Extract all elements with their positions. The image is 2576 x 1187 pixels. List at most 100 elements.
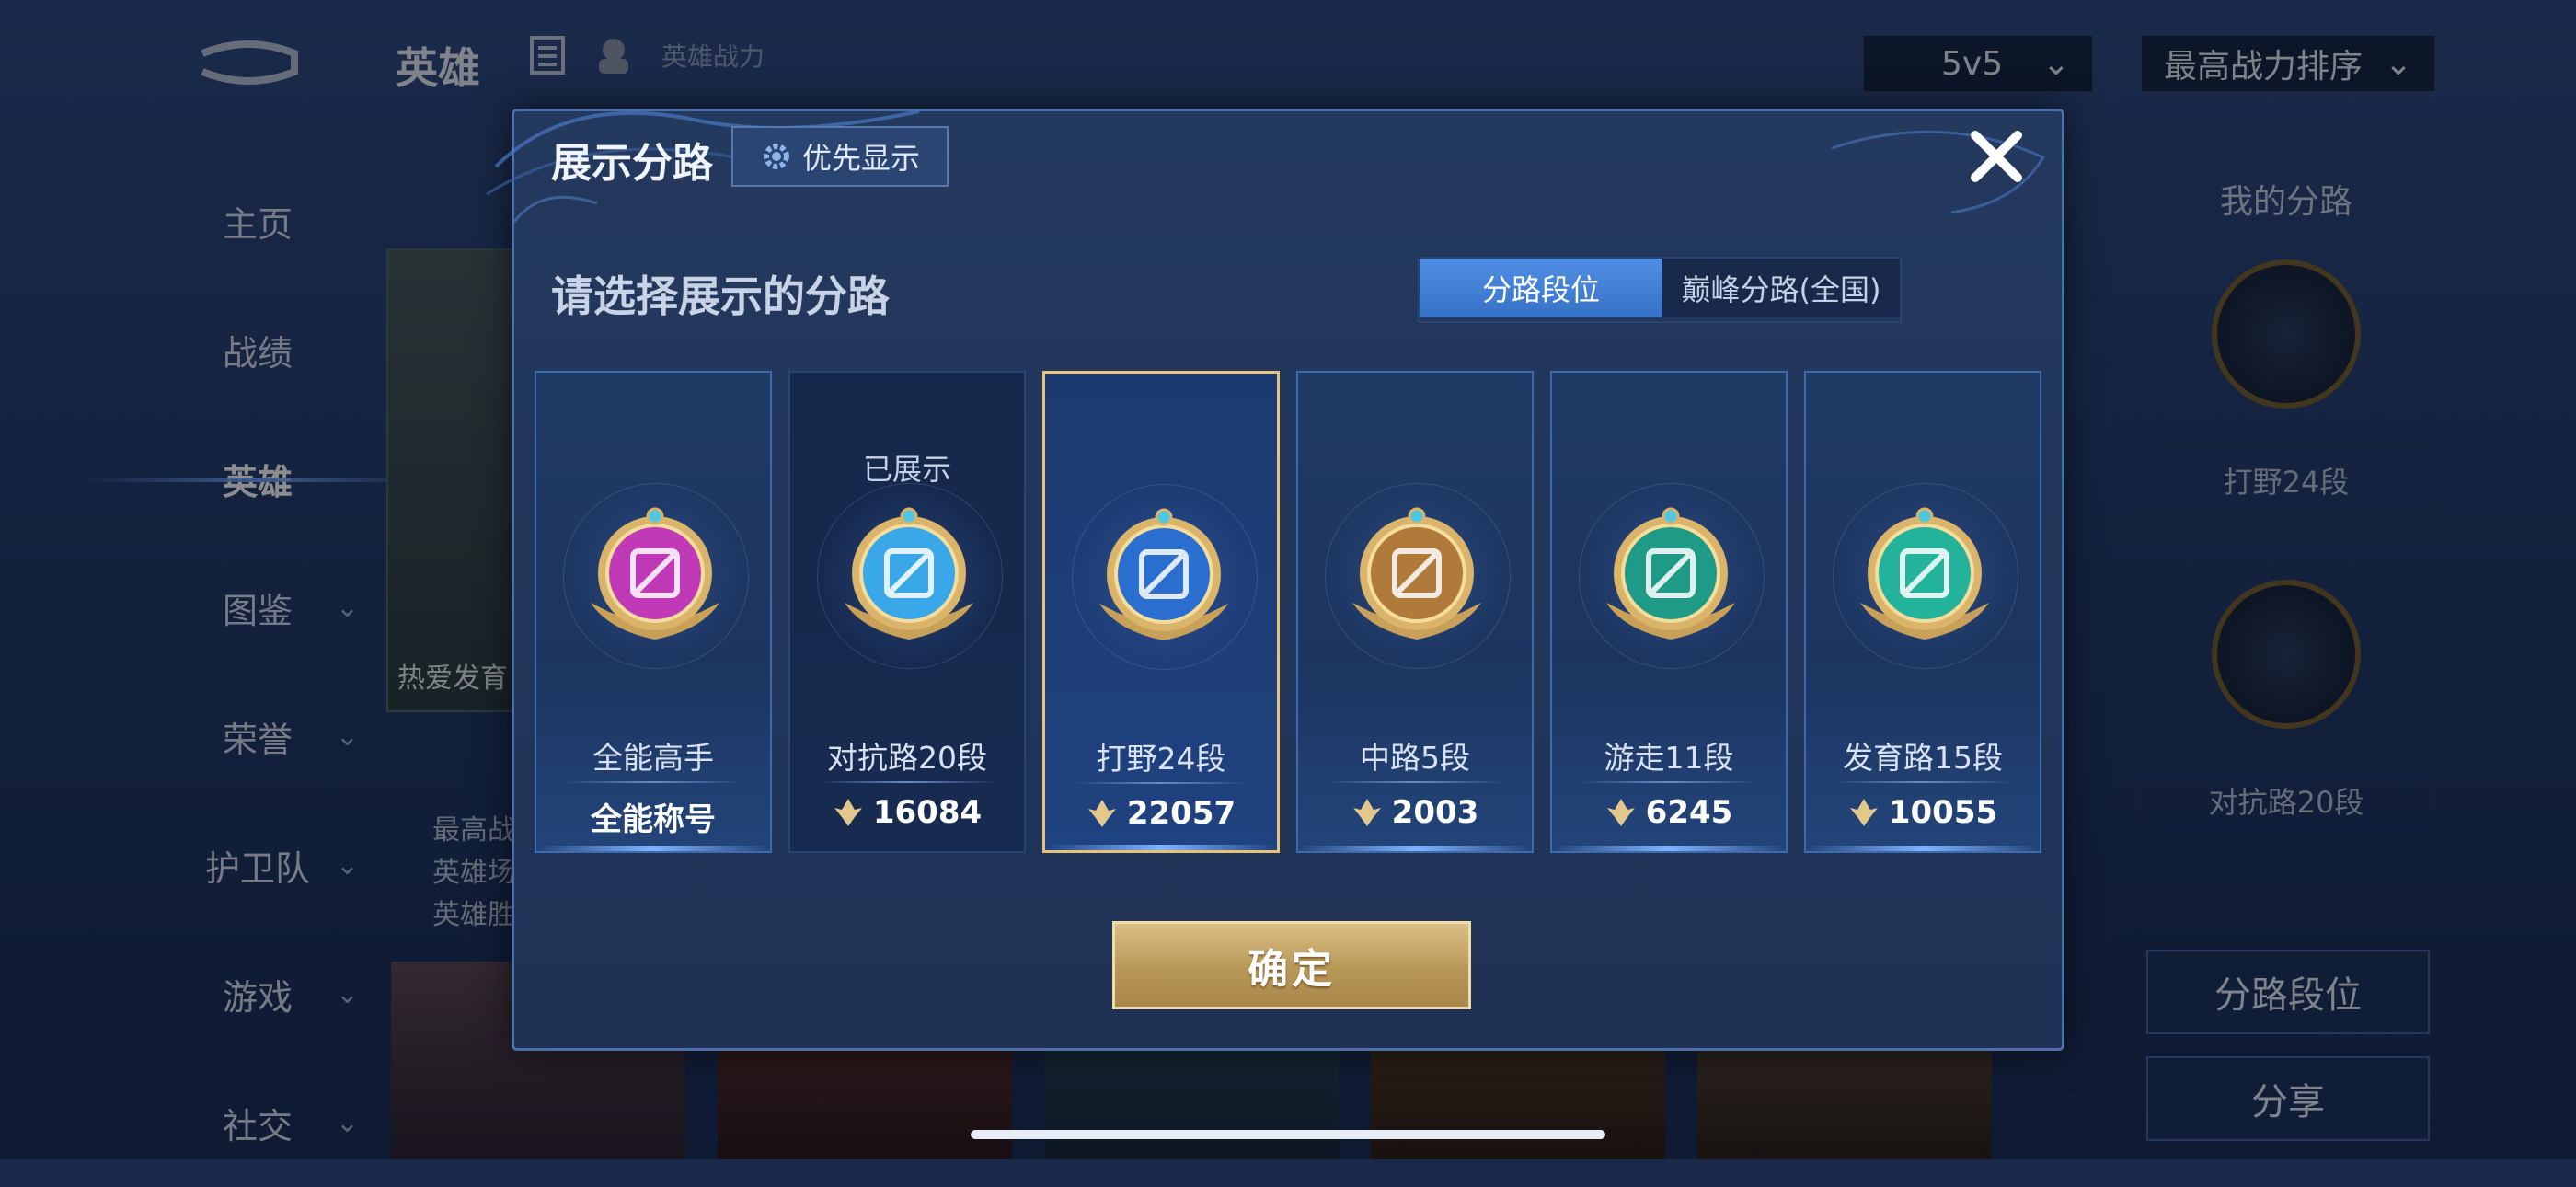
chevron-down-icon: ⌄: [335, 848, 359, 882]
mode-select[interactable]: 5v5 ⌄: [1863, 35, 2093, 92]
jungle-badge-icon: [1099, 508, 1228, 640]
nav-label: 游戏: [222, 976, 293, 1018]
lane-rank-button[interactable]: 分路段位: [2146, 950, 2430, 1034]
hero-portrait-card[interactable]: 热爱发育: [386, 248, 519, 712]
lane-score-value: 10055: [1888, 794, 1998, 831]
lane-score-value: 16084: [872, 794, 983, 831]
nav-label: 荣誉: [222, 719, 293, 760]
power-icon: [1352, 799, 1381, 826]
clash-lane-badge-icon: [2212, 580, 2361, 729]
lane-score: 10055: [1806, 794, 2040, 831]
card-glow: [1298, 846, 1532, 851]
sort-select-value: 最高战力排序: [2164, 48, 2363, 86]
sort-select[interactable]: 最高战力排序 ⌄: [2141, 35, 2435, 92]
power-icon: [1606, 799, 1635, 826]
confirm-button[interactable]: 确定: [1112, 921, 1471, 1009]
lane-name: 打野24段: [1096, 741, 1226, 777]
power-icon: [1849, 799, 1878, 826]
divider: [1580, 781, 1758, 783]
card-glow: [1045, 845, 1277, 850]
nav-item[interactable]: 战绩: [138, 285, 377, 414]
hero-info: 最高战 英雄场 英雄胜: [432, 810, 515, 937]
chevron-down-icon: ⌄: [2041, 44, 2070, 83]
top-icons: 英雄战力: [529, 35, 765, 75]
hero-power-icon: [599, 39, 628, 74]
lane-score: 22057: [1045, 795, 1277, 832]
chevron-down-icon: ⌄: [335, 1106, 359, 1139]
lane-score: 全能称号: [536, 794, 770, 839]
nav-label: 英雄: [222, 461, 293, 502]
lane-score: 16084: [790, 794, 1024, 831]
hero-power-label[interactable]: 英雄战力: [661, 37, 765, 74]
farm-lane-badge-icon: [1860, 507, 1989, 640]
divider: [1326, 781, 1504, 783]
nav-item[interactable]: 护卫队 ⌄: [138, 801, 377, 929]
lane-score-value: 2003: [1391, 794, 1479, 831]
lane-card[interactable]: 全能高手 全能称号: [535, 371, 772, 853]
nav-item[interactable]: 荣誉 ⌄: [138, 672, 377, 801]
roam-badge-icon: [1606, 507, 1735, 640]
dialog-subtitle: 请选择展示的分路: [551, 271, 890, 321]
allround-badge-icon: [591, 507, 719, 640]
clash-lane-badge-icon: [845, 507, 973, 640]
nav-item[interactable]: 图鉴 ⌄: [138, 543, 377, 672]
tab-lane-rank[interactable]: 分路段位: [1420, 259, 1662, 317]
list-icon[interactable]: [529, 35, 566, 75]
card-glow: [1806, 846, 2040, 851]
jungle-badge-icon: [2212, 259, 2361, 409]
tab-peak-lane[interactable]: 巅峰分路(全国): [1662, 259, 1900, 317]
my-lane-label: 对抗路20段: [2139, 766, 2433, 836]
sidebar-nav: 主页 战绩 英雄 图鉴 ⌄ 荣誉 ⌄ 护卫队 ⌄ 游戏 ⌄ 社交 ⌄: [83, 156, 432, 1187]
lane-card[interactable]: 发育路15段 10055: [1804, 371, 2041, 853]
lane-score: 6245: [1552, 794, 1786, 831]
lane-score-value: 6245: [1645, 794, 1733, 831]
lane-name: 中路5段: [1360, 740, 1470, 776]
dialog-title: 展示分路: [551, 140, 713, 187]
my-lanes-title: 我的分路: [2219, 183, 2352, 221]
nav-item[interactable]: 社交 ⌄: [138, 1058, 377, 1187]
lane-card[interactable]: 游走11段 6245: [1550, 371, 1788, 853]
my-lane-label: 打野24段: [2139, 445, 2433, 515]
nav-label: 战绩: [222, 332, 293, 374]
nav-label: 图鉴: [222, 590, 293, 631]
lane-score-value: 全能称号: [591, 801, 716, 838]
card-glow: [536, 846, 770, 851]
divider: [564, 781, 742, 783]
home-indicator[interactable]: [971, 1130, 1605, 1139]
power-icon: [834, 799, 862, 826]
lane-card-list: 全能高手 全能称号 已展示 对抗路20段 16084 打野24段 22057 中路5段 2003…: [535, 371, 2043, 857]
close-icon: [1971, 131, 2022, 182]
nav-item[interactable]: 主页: [138, 156, 377, 285]
priority-display-button[interactable]: 优先显示: [731, 126, 949, 187]
hero-info-line: 英雄胜: [432, 899, 515, 931]
hero-info-line: 最高战: [432, 814, 515, 847]
priority-display-label: 优先显示: [801, 141, 920, 176]
my-lanes-panel: 我的分路 打野24段 对抗路20段 分路段位 分享: [2139, 156, 2433, 1141]
gear-icon: [763, 144, 789, 169]
lane-name: 全能高手: [592, 740, 714, 776]
nav-item-active[interactable]: 英雄: [83, 414, 432, 543]
lane-card[interactable]: 打野24段 22057: [1042, 371, 1280, 853]
divider: [1073, 782, 1249, 784]
page-title: 英雄: [396, 43, 480, 93]
nav-label: 主页: [222, 203, 293, 245]
lane-name: 发育路15段: [1843, 740, 2003, 776]
divider: [1834, 781, 2012, 783]
lane-card[interactable]: 已展示 对抗路20段 16084: [788, 371, 1026, 853]
hero-info-line: 英雄场: [432, 857, 515, 889]
back-logo-icon[interactable]: [193, 35, 304, 90]
lane-card[interactable]: 中路5段 2003: [1296, 371, 1534, 853]
close-button[interactable]: [1964, 124, 2029, 189]
lane-tabs: 分路段位 巅峰分路(全国): [1418, 257, 1902, 323]
chevron-down-icon: ⌄: [335, 977, 359, 1010]
card-glow: [1552, 846, 1786, 851]
mid-lane-badge-icon: [1352, 507, 1481, 640]
hero-card-text: 热爱发育: [397, 663, 508, 695]
chevron-down-icon: ⌄: [335, 720, 359, 753]
lane-name: 对抗路20段: [827, 740, 987, 776]
lane-name: 游走11段: [1604, 740, 1734, 776]
nav-label: 社交: [222, 1105, 293, 1147]
share-button[interactable]: 分享: [2146, 1056, 2430, 1141]
chevron-down-icon: ⌄: [335, 591, 359, 624]
nav-item[interactable]: 游戏 ⌄: [138, 929, 377, 1058]
